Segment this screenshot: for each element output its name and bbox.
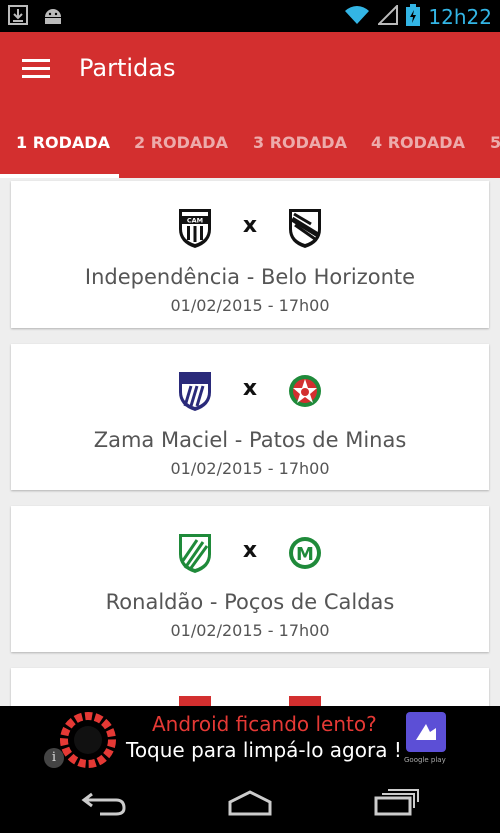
match-datetime: 01/02/2015 - 17h00: [170, 459, 330, 478]
wifi-icon: [344, 5, 370, 29]
versus-label: x: [242, 213, 258, 238]
mamore-crest: M: [287, 532, 323, 574]
match-datetime: 01/02/2015 - 17h00: [170, 621, 330, 640]
android-icon: [42, 5, 64, 29]
stadium-label: Independência - Belo Horizonte: [84, 265, 416, 289]
match-datetime: 01/02/2015 - 17h00: [170, 296, 330, 315]
match-card[interactable]: x M Ronaldão - Poços de Caldas 01/02/201…: [11, 506, 489, 652]
team-crest: [287, 694, 323, 706]
atletico-mineiro-crest: CAM: [177, 207, 213, 249]
tab-rodada-3[interactable]: 3 RODADA: [253, 108, 347, 178]
versus-label: x: [242, 376, 258, 401]
tab-rodada-5[interactable]: 5: [490, 108, 500, 178]
caldense-crest: [177, 532, 213, 574]
tab-bar: 1 RODADA 2 RODADA 3 RODADA 4 RODADA 5: [0, 108, 500, 178]
villa-nova-crest: [177, 370, 213, 412]
ad-headline: Android ficando lento?: [152, 712, 377, 736]
recents-icon[interactable]: [372, 788, 420, 820]
tupi-crest: [287, 207, 323, 249]
hamburger-menu-icon[interactable]: [22, 59, 50, 79]
ad-banner[interactable]: i Android ficando lento? Toque para limp…: [42, 706, 458, 770]
google-play-badge: Google play: [404, 756, 446, 764]
ad-subline: Toque para limpá-lo agora !: [126, 738, 402, 762]
svg-text:CAM: CAM: [187, 217, 203, 225]
app-bar: Partidas: [0, 32, 500, 108]
stadium-label: Zama Maciel - Patos de Minas: [93, 428, 407, 452]
signal-icon: [377, 3, 399, 29]
tab-rodada-1[interactable]: 1 RODADA: [16, 108, 110, 178]
team-crest: [177, 694, 213, 706]
match-card[interactable]: x Zama Maciel - Patos de Minas 01/02/201…: [11, 344, 489, 490]
app-icon: [406, 712, 446, 752]
back-icon[interactable]: [80, 788, 128, 820]
gauge-icon: [58, 712, 118, 770]
battery-charging-icon: [406, 4, 421, 30]
download-icon: [8, 5, 28, 29]
tab-rodada-4[interactable]: 4 RODADA: [371, 108, 465, 178]
match-list: CAM x Independência - Belo Horizonte 01/…: [0, 178, 500, 706]
info-icon[interactable]: i: [44, 748, 64, 768]
home-icon[interactable]: [226, 788, 274, 820]
svg-text:M: M: [296, 544, 314, 565]
navigation-bar: [0, 770, 500, 833]
clock: 12h22: [428, 5, 492, 29]
status-bar: 12h22: [0, 0, 500, 32]
match-card[interactable]: CAM x Independência - Belo Horizonte 01/…: [11, 181, 489, 328]
match-card[interactable]: [11, 668, 489, 706]
boa-esporte-crest: [287, 370, 323, 412]
page-title: Partidas: [79, 54, 176, 82]
versus-label: x: [242, 538, 258, 563]
stadium-label: Ronaldão - Poços de Caldas: [105, 590, 395, 614]
tab-rodada-2[interactable]: 2 RODADA: [134, 108, 228, 178]
